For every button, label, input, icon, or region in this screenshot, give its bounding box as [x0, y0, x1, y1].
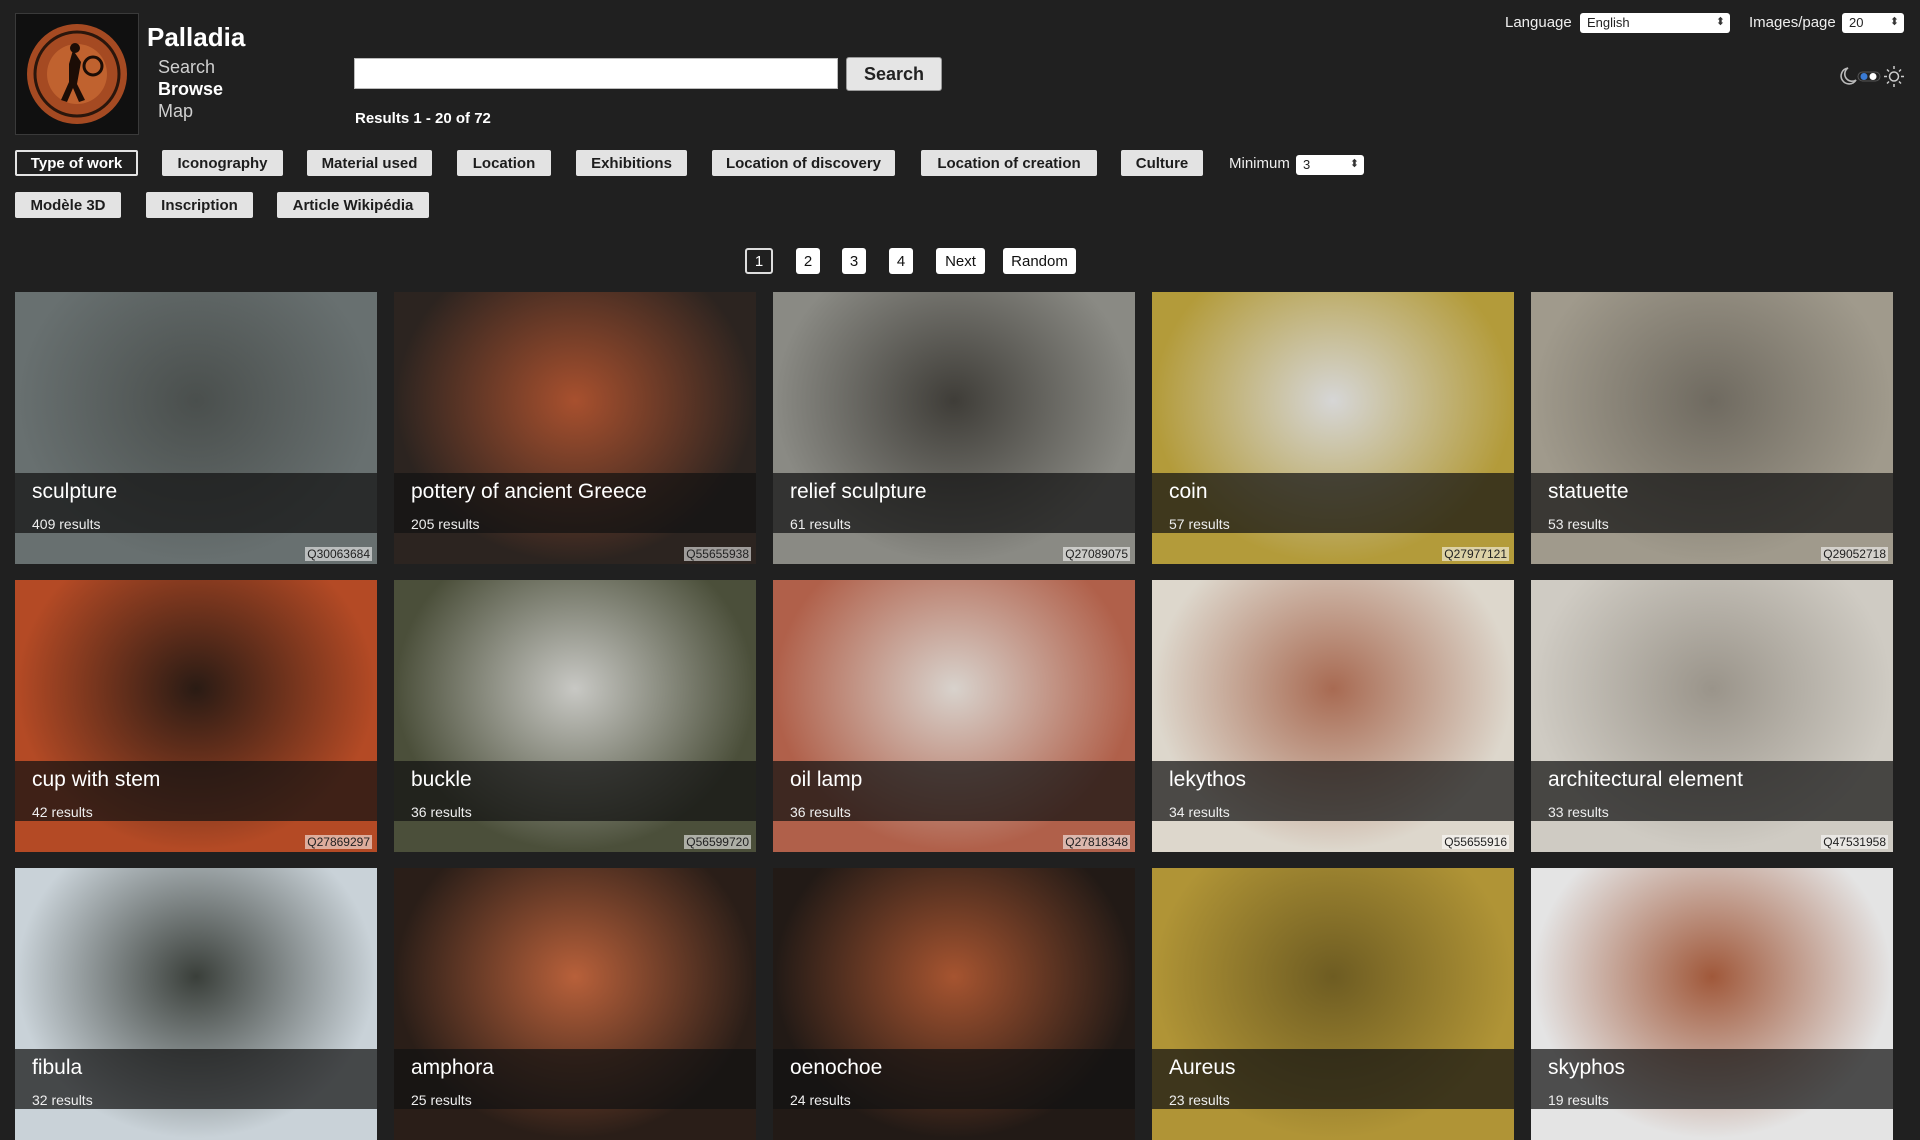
card-result-count: 25 results	[411, 1092, 472, 1108]
select-arrows-icon: ⬍	[1889, 16, 1899, 28]
card-wikidata-id[interactable]: Q27818348	[1063, 835, 1130, 849]
result-card[interactable]: amphora 25 results	[394, 868, 756, 1140]
facet-exhibitions[interactable]: Exhibitions	[576, 150, 687, 176]
result-card[interactable]: oil lamp 36 results Q27818348	[773, 580, 1135, 852]
page-3-button[interactable]: 3	[842, 248, 866, 274]
page-1-button[interactable]: 1	[745, 248, 773, 274]
card-result-count: 205 results	[411, 516, 480, 532]
card-wikidata-id[interactable]: Q27977121	[1442, 547, 1509, 561]
card-result-count: 19 results	[1548, 1092, 1609, 1108]
card-title[interactable]: oenochoe	[790, 1056, 882, 1080]
images-per-page-select[interactable]: 20 ⬍	[1842, 13, 1904, 33]
language-label: Language	[1505, 14, 1572, 31]
minimum-select[interactable]: 3 ⬍	[1296, 155, 1364, 175]
nav-browse[interactable]: Browse	[158, 78, 223, 100]
card-title[interactable]: Aureus	[1169, 1056, 1236, 1080]
card-result-count: 57 results	[1169, 516, 1230, 532]
card-result-count: 24 results	[790, 1092, 851, 1108]
card-result-count: 23 results	[1169, 1092, 1230, 1108]
pagination: 1 2 3 4 Next Random	[0, 248, 1920, 274]
card-title[interactable]: relief sculpture	[790, 480, 927, 504]
card-title[interactable]: sculpture	[32, 480, 117, 504]
result-card[interactable]: pottery of ancient Greece 205 results Q556…	[394, 292, 756, 564]
theme-toggle[interactable]	[1836, 64, 1906, 88]
page-2-button[interactable]: 2	[796, 248, 820, 274]
card-title[interactable]: amphora	[411, 1056, 494, 1080]
card-title[interactable]: coin	[1169, 480, 1208, 504]
card-result-count: 42 results	[32, 804, 93, 820]
result-card[interactable]: fibula 32 results	[15, 868, 377, 1140]
results-count: Results 1 - 20 of 72	[355, 110, 491, 127]
card-wikidata-id[interactable]: Q27089075	[1063, 547, 1130, 561]
card-result-count: 36 results	[790, 804, 851, 820]
card-result-count: 33 results	[1548, 804, 1609, 820]
card-wikidata-id[interactable]: Q30063684	[305, 547, 372, 561]
facet-location-of-discovery[interactable]: Location of discovery	[712, 150, 895, 176]
card-wikidata-id[interactable]: Q47531958	[1821, 835, 1888, 849]
moon-icon	[1840, 67, 1857, 85]
result-card[interactable]: oenochoe 24 results	[773, 868, 1135, 1140]
facet-culture[interactable]: Culture	[1121, 150, 1203, 176]
card-title[interactable]: lekythos	[1169, 768, 1246, 792]
card-result-count: 61 results	[790, 516, 851, 532]
result-card[interactable]: sculpture 409 results Q30063684	[15, 292, 377, 564]
card-result-count: 53 results	[1548, 516, 1609, 532]
facet-material-used[interactable]: Material used	[307, 150, 432, 176]
result-card[interactable]: architectural element 33 results Q47531958	[1531, 580, 1893, 852]
images-per-page-value: 20	[1849, 15, 1864, 30]
next-page-button[interactable]: Next	[936, 248, 985, 274]
facet-article-wikipedia[interactable]: Article Wikipédia	[277, 192, 429, 218]
result-card[interactable]: cup with stem 42 results Q27869297	[15, 580, 377, 852]
search-input[interactable]	[354, 58, 838, 89]
card-title[interactable]: buckle	[411, 768, 472, 792]
sun-icon	[1884, 66, 1904, 87]
result-card[interactable]: relief sculpture 61 results Q27089075	[773, 292, 1135, 564]
card-wikidata-id[interactable]: Q29052718	[1821, 547, 1888, 561]
result-card[interactable]: statuette 53 results Q29052718	[1531, 292, 1893, 564]
card-result-count: 36 results	[411, 804, 472, 820]
card-result-count: 409 results	[32, 516, 101, 532]
facet-modele-3d[interactable]: Modèle 3D	[15, 192, 121, 218]
search-button[interactable]: Search	[846, 57, 942, 91]
minimum-value: 3	[1303, 157, 1311, 172]
card-title[interactable]: cup with stem	[32, 768, 160, 792]
card-wikidata-id[interactable]: Q27869297	[305, 835, 372, 849]
result-card[interactable]: skyphos 19 results	[1531, 868, 1893, 1140]
card-title[interactable]: oil lamp	[790, 768, 862, 792]
card-title[interactable]: skyphos	[1548, 1056, 1625, 1080]
facet-location[interactable]: Location	[457, 150, 551, 176]
card-title[interactable]: architectural element	[1548, 768, 1743, 792]
images-per-page-label: Images/page	[1749, 14, 1836, 31]
facet-iconography[interactable]: Iconography	[162, 150, 283, 176]
card-title[interactable]: fibula	[32, 1056, 82, 1080]
logo-vase-painting-icon	[27, 24, 127, 124]
select-arrows-icon: ⬍	[1349, 158, 1359, 170]
facet-location-of-creation[interactable]: Location of creation	[921, 150, 1097, 176]
nav-search[interactable]: Search	[158, 56, 223, 78]
card-result-count: 34 results	[1169, 804, 1230, 820]
facet-inscription[interactable]: Inscription	[146, 192, 253, 218]
facet-type-of-work[interactable]: Type of work	[15, 150, 138, 176]
minimum-label: Minimum	[1229, 155, 1290, 172]
result-card[interactable]: Aureus 23 results	[1152, 868, 1514, 1140]
language-select[interactable]: English ⬍	[1580, 13, 1730, 33]
site-name[interactable]: Palladia	[147, 22, 245, 53]
card-title[interactable]: pottery of ancient Greece	[411, 480, 647, 504]
result-card[interactable]: buckle 36 results Q56599720	[394, 580, 756, 852]
card-wikidata-id[interactable]: Q55655916	[1442, 835, 1509, 849]
random-page-button[interactable]: Random	[1003, 248, 1076, 274]
nav-map[interactable]: Map	[158, 100, 223, 122]
result-card[interactable]: lekythos 34 results Q55655916	[1152, 580, 1514, 852]
page-4-button[interactable]: 4	[889, 248, 913, 274]
card-wikidata-id[interactable]: Q55655938	[684, 547, 751, 561]
main-nav: Search Browse Map	[158, 56, 223, 122]
site-logo[interactable]	[15, 13, 139, 135]
card-title[interactable]: statuette	[1548, 480, 1629, 504]
card-result-count: 32 results	[32, 1092, 93, 1108]
select-arrows-icon: ⬍	[1715, 16, 1725, 28]
card-wikidata-id[interactable]: Q56599720	[684, 835, 751, 849]
language-value: English	[1587, 15, 1630, 30]
result-card[interactable]: coin 57 results Q27977121	[1152, 292, 1514, 564]
